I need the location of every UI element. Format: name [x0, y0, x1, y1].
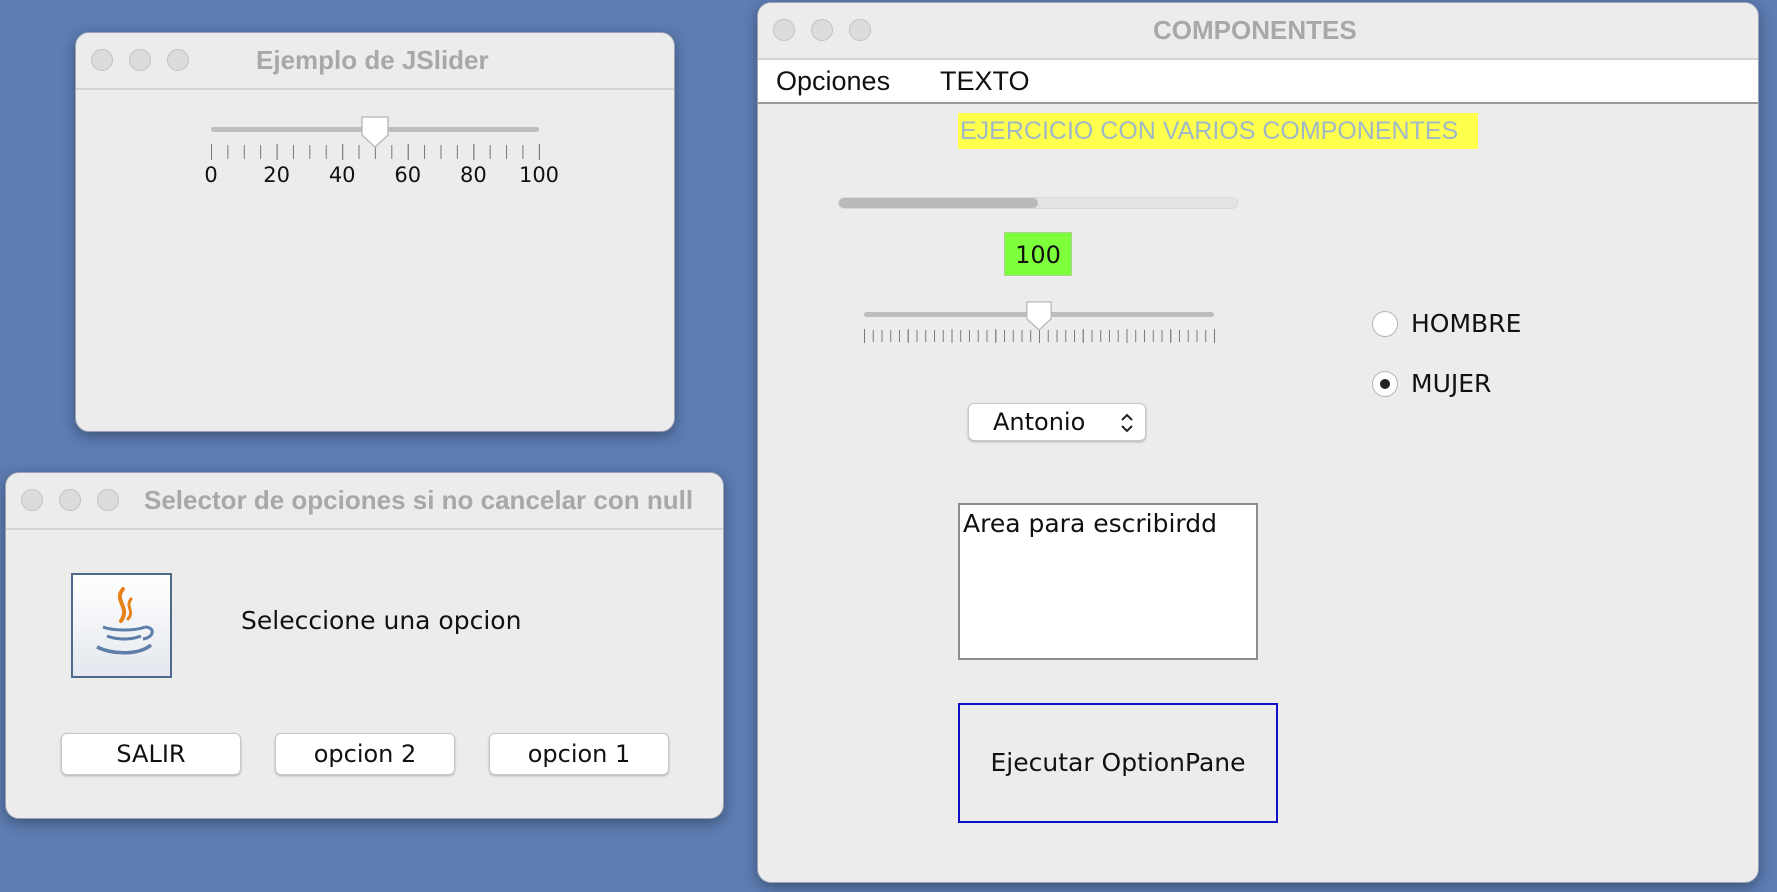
- name-combo-box[interactable]: Antonio: [968, 403, 1146, 441]
- opcion-2-button[interactable]: opcion 2: [275, 733, 455, 775]
- menu-texto[interactable]: TEXTO: [940, 66, 1030, 97]
- window-title: COMPONENTES: [1153, 15, 1357, 45]
- slider-thumb[interactable]: [359, 115, 391, 149]
- close-window-button[interactable]: [91, 49, 113, 71]
- title-bar[interactable]: Ejemplo de JSlider: [76, 33, 674, 90]
- java-logo-icon: [71, 573, 172, 678]
- text-area[interactable]: Area para escribirdd: [958, 503, 1258, 660]
- radio-mujer-label: MUJER: [1411, 369, 1492, 398]
- radio-hombre-label: HOMBRE: [1411, 309, 1522, 338]
- minimize-window-button[interactable]: [129, 49, 151, 71]
- slider-tick-label: 60: [394, 163, 422, 187]
- zoom-window-button[interactable]: [97, 489, 119, 511]
- heading-label: EJERCICIO CON VARIOS COMPONENTES: [958, 113, 1478, 149]
- title-bar[interactable]: Selector de opciones si no cancelar con …: [6, 473, 723, 530]
- up-down-chevron-icon: [1121, 413, 1133, 433]
- menu-opciones[interactable]: Opciones: [776, 66, 890, 97]
- desktop: { "slider_window": { "title": "Ejemplo d…: [0, 0, 1777, 892]
- minimize-window-button[interactable]: [59, 489, 81, 511]
- slider-thumb[interactable]: [1024, 300, 1054, 332]
- slider-tick-label: 20: [263, 163, 290, 187]
- slider-tick-label: 100: [518, 163, 560, 187]
- zoom-window-button[interactable]: [849, 19, 871, 41]
- menu-bar: Opciones TEXTO: [758, 60, 1758, 104]
- progress-bar: [838, 197, 1238, 209]
- slider-tick-label: 80: [460, 163, 487, 187]
- value-label: 100: [1004, 232, 1072, 276]
- window-title: Selector de opciones si no cancelar con …: [144, 485, 694, 515]
- minimize-window-button[interactable]: [811, 19, 833, 41]
- combo-selected-value: Antonio: [993, 408, 1086, 436]
- slider-tick-label: 0: [204, 163, 218, 187]
- jslider-window: Ejemplo de JSlider 0 20 40 60 80 100: [75, 32, 675, 432]
- radio-selected-dot: [1380, 379, 1390, 389]
- radio-mujer[interactable]: [1372, 371, 1398, 397]
- salir-button[interactable]: SALIR: [61, 733, 241, 775]
- slider-tick-label: 40: [328, 163, 356, 187]
- prompt-message: Seleccione una opcion: [241, 606, 522, 635]
- window-title: Ejemplo de JSlider: [256, 45, 489, 75]
- radio-hombre[interactable]: [1372, 311, 1398, 337]
- zoom-window-button[interactable]: [167, 49, 189, 71]
- ejecutar-optionpane-button[interactable]: Ejecutar OptionPane: [958, 703, 1278, 823]
- title-bar[interactable]: COMPONENTES: [758, 3, 1758, 60]
- option-selector-window: Selector de opciones si no cancelar con …: [5, 472, 724, 819]
- progress-fill: [839, 198, 1038, 208]
- componentes-window: COMPONENTES Opciones TEXTO EJERCICIO CON…: [757, 2, 1759, 883]
- opcion-1-button[interactable]: opcion 1: [489, 733, 669, 775]
- close-window-button[interactable]: [21, 489, 43, 511]
- close-window-button[interactable]: [773, 19, 795, 41]
